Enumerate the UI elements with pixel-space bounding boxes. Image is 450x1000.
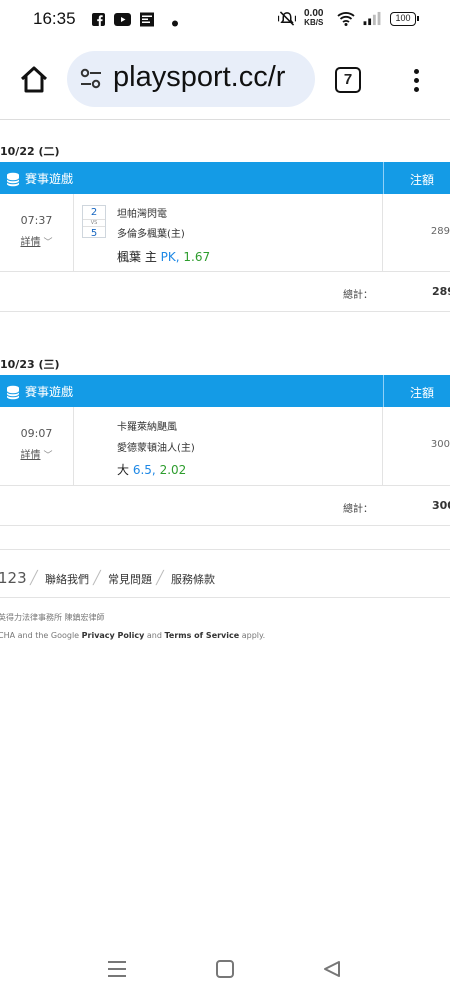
total-label: 總計：: [343, 290, 373, 301]
detail-link[interactable]: 詳情 ﹀: [20, 446, 52, 461]
back-nav-icon[interactable]: [322, 959, 342, 979]
recaptcha-notice: CHA and the Google Privacy Policy and Te…: [0, 631, 265, 640]
chevron-down-icon: ﹀: [43, 451, 53, 461]
score-home: 5: [90, 228, 98, 239]
header-bet: 注額: [410, 173, 435, 187]
pick-odds: 2.02: [159, 463, 187, 477]
total-value: 300: [432, 499, 450, 512]
time-cell: 09:07 詳情 ﹀: [0, 407, 74, 485]
tabs-icon[interactable]: 7: [335, 67, 361, 93]
privacy-link[interactable]: Privacy Policy: [82, 631, 145, 640]
pick-odds: 1.67: [183, 250, 211, 264]
more-vert-icon[interactable]: [408, 66, 424, 96]
detail-label[interactable]: 詳情: [20, 237, 40, 248]
recaptcha-apply: apply.: [241, 631, 266, 640]
net-speed-unit: KB/S: [304, 18, 324, 27]
database-icon: [6, 385, 20, 400]
home-nav-icon[interactable]: [216, 960, 234, 978]
table-header: 賽事遊戲 注額: [0, 162, 450, 194]
facebook-icon: [92, 13, 105, 26]
total-row: 總計： 300: [0, 486, 450, 526]
match-cell: 卡羅萊納颶風 愛德蒙頓油人(主) 大 6.5, 2.02: [75, 407, 383, 485]
recent-apps-icon[interactable]: [108, 961, 126, 982]
system-nav-bar: [0, 945, 450, 995]
header-game-label: 賽事遊戲: [25, 385, 74, 399]
address-bar[interactable]: playsport.cc/r: [67, 51, 315, 107]
pick-line: PK,: [160, 250, 180, 264]
time-cell: 07:37 詳情 ﹀: [0, 194, 74, 271]
recaptcha-and: and: [146, 631, 162, 640]
total-label: 總計：: [343, 504, 373, 515]
total-row: 總計： 289: [0, 272, 450, 312]
recaptcha-prefix: CHA and the Google: [0, 631, 80, 640]
footer-link-terms[interactable]: 服務條款: [171, 571, 215, 587]
database-icon: [6, 172, 20, 187]
url-text[interactable]: playsport.cc/r: [113, 61, 285, 94]
detail-label[interactable]: 詳情: [20, 450, 40, 461]
separator: ╱: [156, 571, 164, 586]
pick-line: 6.5,: [132, 463, 156, 477]
total-value: 289: [432, 285, 450, 298]
table-header: 賽事遊戲 注額: [0, 375, 450, 407]
team-home: 多倫多楓葉(主): [117, 229, 185, 240]
home-icon[interactable]: [16, 62, 52, 98]
pick: 大 6.5, 2.02: [117, 461, 186, 478]
battery-icon: 100: [390, 12, 419, 26]
pick-side: 楓葉 主: [117, 250, 157, 264]
team-away: 坦帕灣閃電: [117, 209, 167, 220]
score-box: 2 VS 5: [82, 205, 106, 239]
pick-side: 大: [117, 463, 130, 477]
match-time: 09:07: [20, 427, 53, 440]
pick: 楓葉 主 PK, 1.67: [117, 248, 210, 265]
header-bet: 注額: [410, 386, 435, 400]
clock: 16:35: [33, 9, 76, 28]
status-bar: 16:35 0.00 KB/S 100: [0, 0, 450, 40]
match-cell: 2 VS 5 坦帕灣閃電 多倫多楓葉(主) 楓葉 主 PK, 1.67: [75, 194, 383, 271]
score-away: 2: [90, 207, 98, 218]
youtube-icon: [114, 13, 131, 26]
bet-amount: 289: [430, 226, 450, 237]
separator: ╱: [93, 571, 101, 586]
browser-toolbar: playsport.cc/r 7: [0, 40, 450, 120]
wifi-icon: [337, 12, 355, 26]
terms-link[interactable]: Terms of Service: [165, 631, 240, 640]
header-game-label: 賽事遊戲: [25, 172, 74, 186]
mute-icon: [278, 11, 296, 26]
footer-link-contact[interactable]: 聯絡我們: [45, 571, 89, 587]
legal-line: 英得力法律事務所 陳鎮宏律師: [0, 613, 105, 622]
header-game: 賽事遊戲: [6, 383, 73, 400]
header-divider: [383, 162, 384, 194]
chevron-down-icon: ﹀: [43, 238, 53, 248]
footer-partial-link[interactable]: 123: [0, 569, 27, 587]
signal-icon: [363, 11, 381, 26]
team-home: 愛德蒙頓油人(主): [117, 443, 195, 454]
team-away: 卡羅萊納颶風: [117, 422, 177, 433]
match-time: 07:37: [20, 214, 53, 227]
table-row: 07:37 詳情 ﹀ 2 VS 5 坦帕灣閃電 多倫多楓葉(主) 楓葉 主 PK,…: [0, 194, 450, 272]
table-row: 09:07 詳情 ﹀ 卡羅萊納颶風 愛德蒙頓油人(主) 大 6.5, 2.02 3…: [0, 407, 450, 486]
footer-links: 123 ╱ 聯絡我們 ╱ 常見問題 ╱ 服務條款: [0, 549, 450, 598]
header-game: 賽事遊戲: [6, 170, 73, 187]
net-speed-value: 0.00: [304, 8, 324, 19]
tune-icon[interactable]: [79, 68, 103, 90]
dot-icon: [172, 20, 178, 27]
bet-amount: 300: [430, 439, 450, 450]
date-heading: 10/23 (三): [0, 358, 60, 371]
vs-label: VS: [83, 219, 105, 227]
footer-link-faq[interactable]: 常見問題: [108, 571, 152, 587]
network-speed: 0.00 KB/S: [304, 8, 324, 28]
separator: ╱: [30, 571, 38, 586]
detail-link[interactable]: 詳情 ﹀: [20, 233, 52, 248]
date-heading: 10/22 (二): [0, 145, 60, 158]
news-icon: [140, 12, 154, 27]
header-divider: [383, 375, 384, 407]
